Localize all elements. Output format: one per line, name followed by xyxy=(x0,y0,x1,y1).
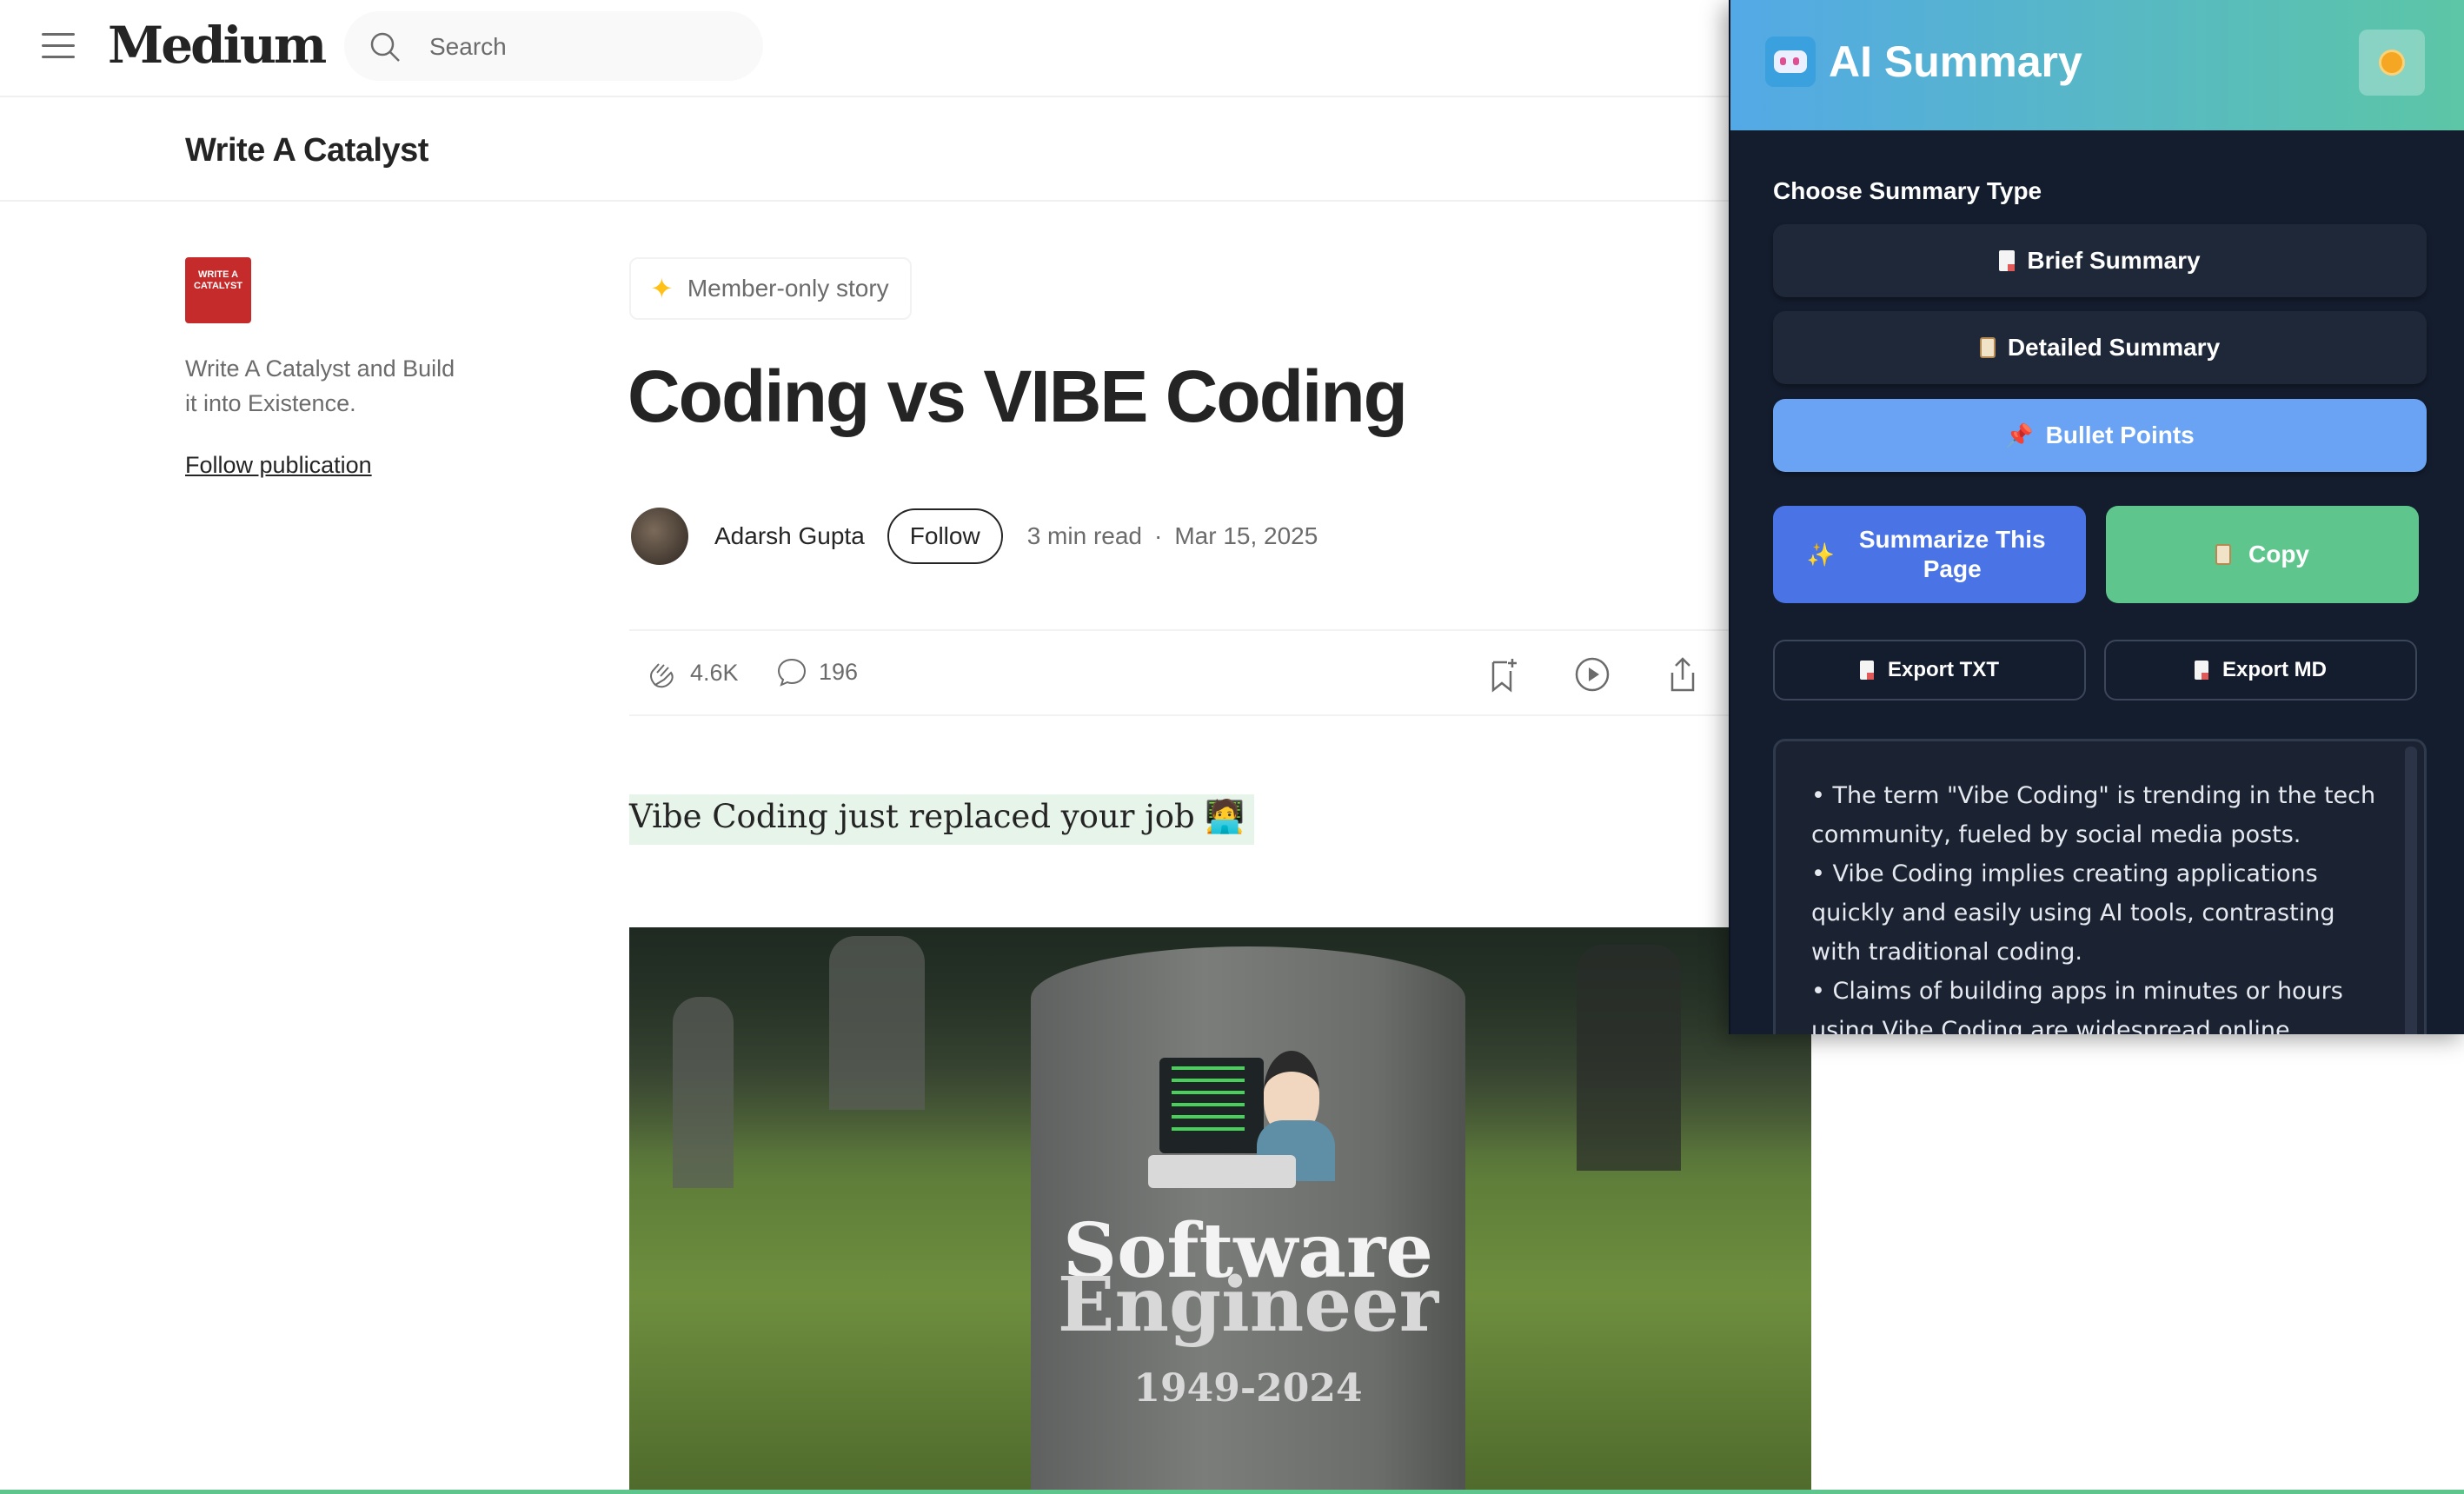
sparkle-star-icon: ✦ xyxy=(650,273,674,304)
pushpin-icon: 📌 xyxy=(2005,422,2034,448)
bullet-points-label: Bullet Points xyxy=(2045,422,2195,448)
document-icon xyxy=(1999,250,2016,271)
bookmark-add-icon xyxy=(1491,659,1517,693)
article-action-bar: 4.6K 196 xyxy=(629,629,1731,716)
gravestone-line-2: Engineer xyxy=(1057,1261,1439,1349)
comments-button[interactable]: 196 xyxy=(775,655,858,688)
member-only-label: Member-only story xyxy=(687,275,889,302)
article-hero-image: Software Engineer 1949-2024 xyxy=(629,927,1811,1494)
background-gravestone xyxy=(829,936,925,1110)
export-md-button[interactable]: Export MD xyxy=(2104,640,2417,701)
summary-type-label: Choose Summary Type xyxy=(1773,177,2042,204)
publication-logo-text: WRITE A CATALYST xyxy=(193,269,243,291)
listen-button[interactable] xyxy=(1573,655,1611,694)
follow-publication-link[interactable]: Follow publication xyxy=(185,452,372,479)
medium-logo[interactable]: Medium xyxy=(108,16,327,75)
publication-logo[interactable]: WRITE A CATALYST xyxy=(185,257,251,323)
article-subtitle: Vibe Coding just replaced your job 🧑‍💻 xyxy=(629,794,1254,845)
member-only-badge: ✦ Member-only story xyxy=(629,257,912,320)
desk-illustration xyxy=(1148,1155,1296,1188)
comment-icon xyxy=(777,658,807,687)
read-time: 3 min read xyxy=(1026,522,1142,549)
search-input[interactable] xyxy=(428,27,744,67)
summary-bullet: • Vibe Coding implies creating applicati… xyxy=(1811,860,2335,966)
article-title: Coding vs VIBE Coding xyxy=(628,355,1408,437)
export-txt-label: Export TXT xyxy=(1887,658,1999,681)
theme-toggle-button[interactable] xyxy=(2359,30,2425,96)
clap-button[interactable]: 4.6K xyxy=(645,655,739,690)
summary-bullet: • Claims of building apps in minutes or … xyxy=(1811,978,2343,1034)
copy-label: Copy xyxy=(2248,541,2309,568)
brief-summary-label: Brief Summary xyxy=(2027,247,2201,274)
ai-summary-panel: AI Summary Choose Summary Type Brief Sum… xyxy=(1729,0,2464,1034)
share-icon xyxy=(1670,657,1695,692)
article-meta: 3 min read · Mar 15, 2025 xyxy=(1027,522,1318,550)
search-icon xyxy=(370,32,400,62)
sun-icon xyxy=(2381,52,2402,73)
clipboard-icon xyxy=(1979,337,1996,358)
publish-date: Mar 15, 2025 xyxy=(1174,522,1318,549)
copy-button[interactable]: Copy xyxy=(2106,506,2419,603)
gravestone-years: 1949-2024 xyxy=(1133,1366,1363,1411)
share-button[interactable] xyxy=(1665,655,1700,694)
bottom-edge-strip xyxy=(0,1490,2464,1494)
summary-text: • The term "Vibe Coding" is trending in … xyxy=(1811,776,2376,1034)
publication-description: Write A Catalyst and Build it into Exist… xyxy=(185,355,455,416)
clap-count: 4.6K xyxy=(690,659,739,686)
clap-icon xyxy=(650,663,674,688)
search-box[interactable] xyxy=(344,11,763,81)
brief-summary-button[interactable]: Brief Summary xyxy=(1773,224,2427,297)
background-gravestone xyxy=(673,997,734,1188)
bookmark-button[interactable] xyxy=(1486,655,1521,694)
panel-title: AI Summary xyxy=(1829,37,2082,86)
meta-separator: · xyxy=(1154,522,1163,549)
menu-icon[interactable] xyxy=(42,33,75,59)
author-name[interactable]: Adarsh Gupta xyxy=(714,522,865,550)
publication-title[interactable]: Write A Catalyst xyxy=(185,132,428,169)
document-icon xyxy=(1859,661,1874,680)
follow-author-button[interactable]: Follow xyxy=(887,508,1003,564)
sparkles-icon: ✨ xyxy=(1806,541,1836,568)
background-gravestone xyxy=(1577,945,1681,1171)
gravestone: Software Engineer 1949-2024 xyxy=(1031,946,1465,1494)
bullet-points-button[interactable]: 📌 Bullet Points xyxy=(1773,399,2427,472)
export-txt-button[interactable]: Export TXT xyxy=(1773,640,2086,701)
detailed-summary-button[interactable]: Detailed Summary xyxy=(1773,311,2427,384)
summary-bullet: • The term "Vibe Coding" is trending in … xyxy=(1811,782,2376,848)
play-icon xyxy=(1575,657,1610,692)
comment-count: 196 xyxy=(819,658,859,685)
summary-output[interactable]: • The term "Vibe Coding" is trending in … xyxy=(1773,739,2427,1034)
detailed-summary-label: Detailed Summary xyxy=(2007,334,2221,361)
clipboard-icon xyxy=(2215,544,2231,565)
document-icon xyxy=(2195,661,2208,680)
summarize-label: Summarize This Page xyxy=(1858,526,2046,582)
author-avatar[interactable] xyxy=(631,508,688,565)
export-md-label: Export MD xyxy=(2222,658,2327,681)
panel-header: AI Summary xyxy=(1730,0,2464,130)
summarize-page-button[interactable]: ✨ Summarize This Page xyxy=(1773,506,2086,603)
robot-icon xyxy=(1765,37,1816,87)
byline: Adarsh Gupta Follow 3 min read · Mar 15, 2… xyxy=(631,508,1318,565)
computer-monitor-illustration xyxy=(1159,1058,1264,1153)
output-scrollbar[interactable] xyxy=(2405,747,2417,1034)
